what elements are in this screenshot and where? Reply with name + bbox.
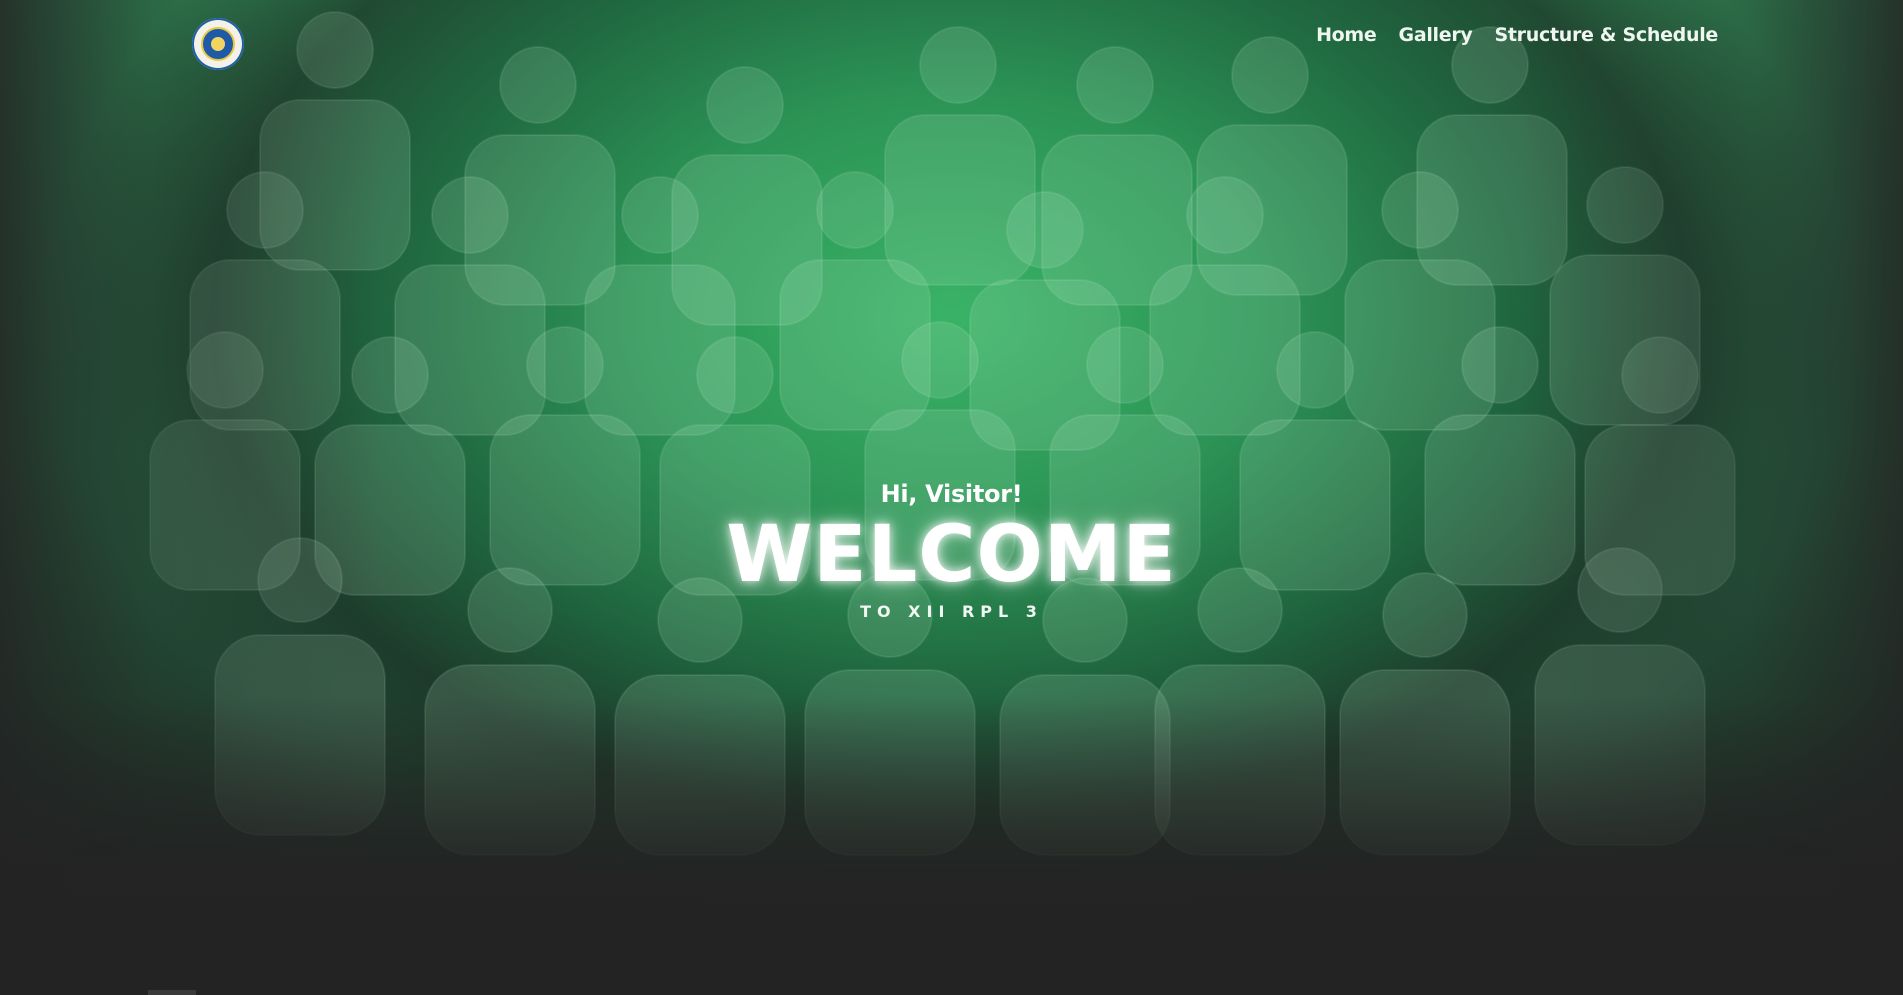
nav-link-structure-schedule[interactable]: Structure & Schedule xyxy=(1495,24,1719,46)
logo-core xyxy=(211,37,225,51)
nav-link-home[interactable]: Home xyxy=(1316,24,1377,46)
main-nav: Home Gallery Structure & Schedule xyxy=(1316,24,1718,46)
hero-greeting: Hi, Visitor! xyxy=(880,480,1023,508)
hero-headline: WELCOME xyxy=(726,510,1177,600)
bottom-indicator xyxy=(148,990,196,995)
school-logo-icon[interactable] xyxy=(192,18,244,70)
hero-subheadline: TO XII RPL 3 xyxy=(860,602,1043,621)
logo-emblem xyxy=(201,27,235,61)
navbar: Home Gallery Structure & Schedule xyxy=(0,0,1903,80)
hero-text: Hi, Visitor! WELCOME TO XII RPL 3 xyxy=(0,480,1903,621)
nav-link-gallery[interactable]: Gallery xyxy=(1399,24,1473,46)
